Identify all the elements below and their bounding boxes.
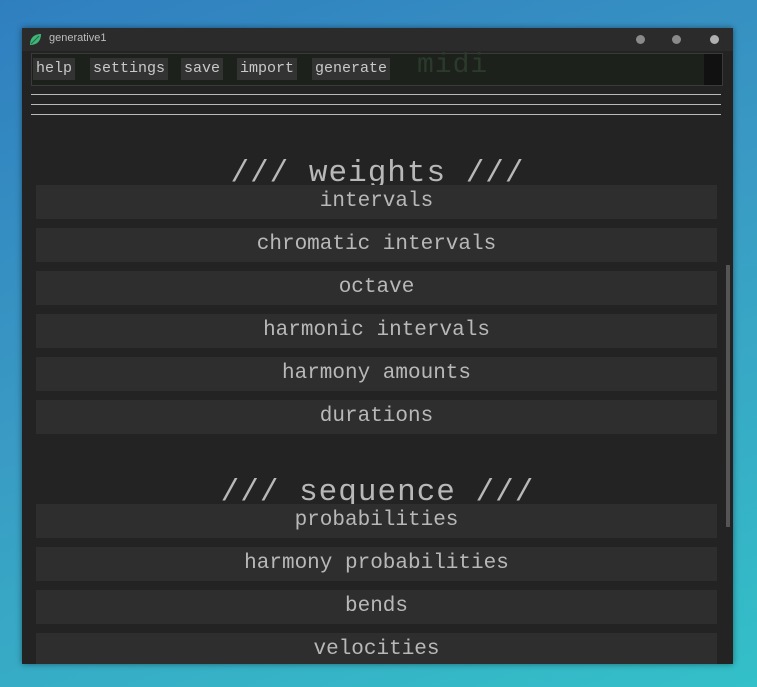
harmonic-intervals-button[interactable]: harmonic intervals — [36, 314, 717, 348]
octave-button[interactable]: octave — [36, 271, 717, 305]
app-window: generative1 midi help settings save impo… — [22, 28, 733, 664]
bends-button[interactable]: bends — [36, 590, 717, 624]
leaf-icon — [30, 34, 41, 45]
intervals-button[interactable]: intervals — [36, 185, 717, 219]
background-title-text: midi — [417, 50, 489, 81]
chromatic-intervals-button[interactable]: chromatic intervals — [36, 228, 717, 262]
divider — [31, 94, 721, 95]
save-button[interactable]: save — [181, 58, 224, 80]
close-button[interactable] — [710, 35, 719, 44]
main-content: midi help settings save import generate … — [22, 50, 733, 664]
scrollbar[interactable] — [724, 51, 733, 664]
harmony-amounts-button[interactable]: harmony amounts — [36, 357, 717, 391]
window-title: generative1 — [49, 32, 107, 44]
help-button[interactable]: help — [33, 58, 76, 80]
menu-bar: midi help settings save import generate — [31, 50, 723, 86]
title-bar[interactable]: generative1 — [22, 28, 733, 51]
harmony-probabilities-button[interactable]: harmony probabilities — [36, 547, 717, 581]
minimize-button[interactable] — [636, 35, 645, 44]
divider — [31, 104, 721, 105]
probabilities-button[interactable]: probabilities — [36, 504, 717, 538]
import-button[interactable]: import — [237, 58, 298, 80]
velocities-button[interactable]: velocities — [36, 633, 717, 664]
divider — [31, 114, 721, 115]
menu-bar-end-block — [704, 54, 722, 85]
scrollbar-thumb[interactable] — [726, 265, 730, 527]
settings-button[interactable]: settings — [90, 58, 169, 80]
maximize-button[interactable] — [672, 35, 681, 44]
durations-button[interactable]: durations — [36, 400, 717, 434]
generate-button[interactable]: generate — [312, 58, 391, 80]
